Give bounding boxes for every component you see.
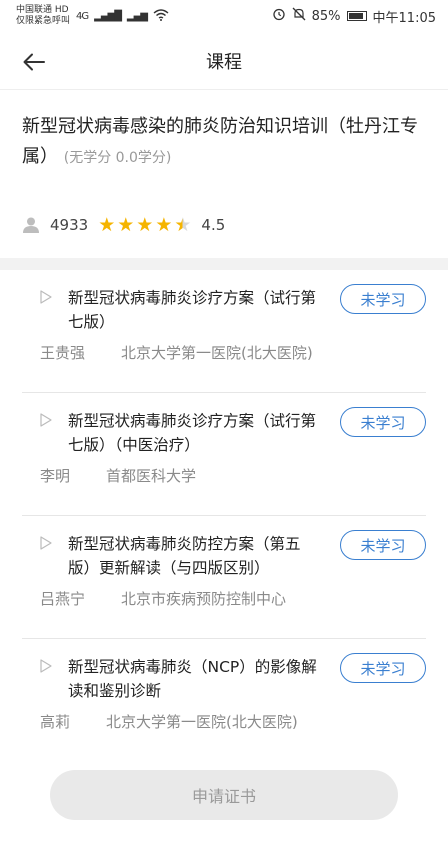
course-header: 新型冠状病毒感染的肺炎防治知识培训（牡丹江专属） (无学分 0.0学分) 493… bbox=[0, 90, 448, 258]
person-icon bbox=[23, 217, 39, 233]
section-divider bbox=[0, 258, 448, 270]
study-status-button[interactable]: 未学习 bbox=[340, 407, 426, 437]
course-title: 新型冠状病毒感染的肺炎防治知识培训（牡丹江专属） (无学分 0.0学分) bbox=[22, 112, 426, 173]
lesson-title: 新型冠状病毒肺炎（NCP）的影像解读和鉴别诊断 bbox=[68, 658, 317, 700]
wifi-icon bbox=[153, 8, 169, 24]
battery-percent: 85% bbox=[311, 8, 341, 24]
lesson-item[interactable]: 新型冠状病毒肺炎（NCP）的影像解读和鉴别诊断 未学习 高莉 北京大学第一医院(… bbox=[22, 639, 426, 762]
lesson-meta: 高莉 北京大学第一医院(北大医院) bbox=[40, 711, 298, 732]
lesson-institution: 首都医科大学 bbox=[106, 467, 197, 485]
lesson-title: 新型冠状病毒肺炎诊疗方案（试行第七版）（中医治疗） bbox=[68, 412, 317, 454]
mute-icon bbox=[292, 7, 306, 25]
battery-icon bbox=[346, 11, 367, 21]
lesson-meta: 李明 首都医科大学 bbox=[40, 465, 196, 486]
lesson-item[interactable]: 新型冠状病毒肺炎诊疗方案（试行第七版）（中医治疗） 未学习 李明 首都医科大学 bbox=[22, 393, 426, 516]
play-icon bbox=[40, 290, 52, 304]
lesson-meta: 王贵强 北京大学第一医院(北大医院) bbox=[40, 342, 313, 363]
star-icon: ★ bbox=[155, 214, 173, 236]
rating-value: 4.5 bbox=[201, 216, 226, 234]
arrow-left-icon bbox=[23, 53, 45, 71]
rating-stars: ★ ★ ★ ★ ★ bbox=[98, 214, 191, 236]
lesson-teacher: 李明 bbox=[40, 467, 71, 485]
lesson-title: 新型冠状病毒肺炎诊疗方案（试行第七版） bbox=[68, 289, 317, 331]
star-icon: ★ bbox=[98, 214, 116, 236]
study-status-button[interactable]: 未学习 bbox=[340, 653, 426, 683]
alarm-icon bbox=[272, 7, 286, 25]
emergency-only: 仅限紧急呼叫 bbox=[16, 16, 71, 26]
course-meta: 4933 ★ ★ ★ ★ ★ 4.5 bbox=[22, 214, 225, 236]
lesson-item[interactable]: 新型冠状病毒肺炎诊疗方案（试行第七版） 未学习 王贵强 北京大学第一医院(北大医… bbox=[22, 270, 426, 393]
status-right: 85% 中午11:05 bbox=[272, 7, 436, 26]
learner-count: 4933 bbox=[50, 216, 89, 234]
signal-icon: ▂▄▆█ bbox=[94, 10, 122, 22]
lesson-institution: 北京市疾病预防控制中心 bbox=[121, 590, 287, 608]
lesson-teacher: 王贵强 bbox=[40, 344, 86, 362]
nav-bar: 课程 bbox=[0, 32, 448, 90]
play-icon bbox=[40, 659, 52, 673]
no-signal-icon: ▂▄▆ bbox=[126, 10, 148, 22]
play-icon bbox=[40, 536, 52, 550]
lesson-institution: 北京大学第一医院(北大医院) bbox=[121, 344, 313, 362]
star-icon: ★ bbox=[136, 214, 154, 236]
lesson-item[interactable]: 新型冠状病毒肺炎防控方案（第五版）更新解读（与四版区别） 未学习 吕燕宁 北京市… bbox=[22, 516, 426, 639]
network-type: 4G bbox=[76, 10, 89, 22]
clock: 中午11:05 bbox=[372, 10, 436, 26]
carrier-info: 中国联通 HD 仅限紧急呼叫 bbox=[16, 5, 70, 27]
lesson-title: 新型冠状病毒肺炎防控方案（第五版）更新解读（与四版区别） bbox=[68, 535, 301, 577]
course-credit: (无学分 0.0学分) bbox=[63, 150, 172, 166]
status-left: 中国联通 HD 仅限紧急呼叫 4G ▂▄▆█ ▂▄▆ bbox=[16, 5, 169, 27]
study-status-button[interactable]: 未学习 bbox=[340, 530, 426, 560]
back-button[interactable] bbox=[18, 46, 50, 78]
star-icon: ★ bbox=[117, 214, 135, 236]
lesson-teacher: 高莉 bbox=[40, 713, 71, 731]
carrier-name: 中国联通 HD bbox=[16, 5, 69, 15]
lesson-institution: 北京大学第一医院(北大医院) bbox=[106, 713, 298, 731]
page-title: 课程 bbox=[206, 51, 242, 73]
lesson-teacher: 吕燕宁 bbox=[40, 590, 86, 608]
half-star-icon: ★ bbox=[174, 214, 192, 236]
status-bar: 中国联通 HD 仅限紧急呼叫 4G ▂▄▆█ ▂▄▆ 85% 中午11:05 bbox=[0, 0, 448, 32]
apply-certificate-button[interactable]: 申请证书 bbox=[50, 770, 398, 820]
lesson-list: 新型冠状病毒肺炎诊疗方案（试行第七版） 未学习 王贵强 北京大学第一医院(北大医… bbox=[0, 270, 448, 762]
lesson-meta: 吕燕宁 北京市疾病预防控制中心 bbox=[40, 588, 286, 609]
play-icon bbox=[40, 413, 52, 427]
study-status-button[interactable]: 未学习 bbox=[340, 284, 426, 314]
